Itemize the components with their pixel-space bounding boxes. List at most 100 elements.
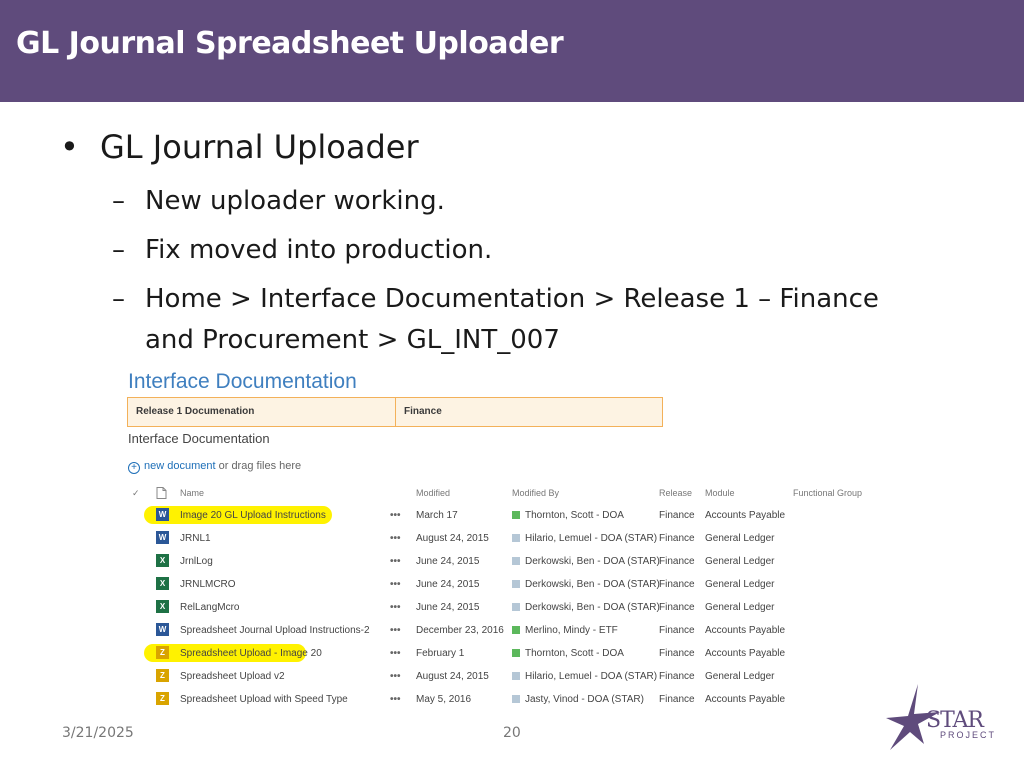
ellipsis-menu-icon[interactable]: ••• <box>390 625 401 636</box>
bullet-glyph: • <box>60 128 79 166</box>
presence-status-icon <box>512 695 520 703</box>
modified-by[interactable]: Hilario, Lemuel - DOA (STAR) <box>512 533 657 544</box>
table-row[interactable]: Z Spreadsheet Upload with Speed Type ••• Ma… <box>126 689 866 712</box>
release-value: Finance <box>659 556 695 567</box>
module-value: Accounts Payable <box>705 510 786 521</box>
presence-status-icon <box>512 649 520 657</box>
presence-status-icon <box>512 534 520 542</box>
column-header-modified-by[interactable]: Modified By <box>512 488 559 502</box>
library-subtitle: Interface Documentation <box>128 431 270 446</box>
modified-by[interactable]: Merlino, Mindy - ETF <box>512 625 618 636</box>
library-title: Interface Documentation <box>128 370 357 393</box>
table-row[interactable]: W Spreadsheet Journal Upload Instructions… <box>126 620 866 643</box>
modified-by-name: Jasty, Vinod - DOA (STAR) <box>525 694 644 705</box>
ellipsis-menu-icon[interactable]: ••• <box>390 556 401 567</box>
modified-by[interactable]: Jasty, Vinod - DOA (STAR) <box>512 694 644 705</box>
tab-release-1[interactable]: Release 1 Documenation <box>136 398 254 426</box>
modified-by[interactable]: Derkowski, Ben - DOA (STAR) <box>512 556 660 567</box>
zip-folder-icon: Z <box>156 669 169 682</box>
word-doc-icon: W <box>156 508 169 521</box>
table-row[interactable]: Z Spreadsheet Upload - Image 20 ••• Februar… <box>126 643 866 666</box>
select-all-check-icon[interactable]: ✓ <box>132 488 140 502</box>
presence-status-icon <box>512 557 520 565</box>
document-name-link[interactable]: Spreadsheet Upload - Image 20 <box>180 648 322 659</box>
excel-doc-icon: X <box>156 600 169 613</box>
document-name-link[interactable]: Spreadsheet Upload v2 <box>180 671 285 682</box>
presence-status-icon <box>512 672 520 680</box>
modified-by-name: Derkowski, Ben - DOA (STAR) <box>525 602 660 613</box>
document-type-icon <box>156 487 167 499</box>
modified-by[interactable]: Derkowski, Ben - DOA (STAR) <box>512 602 660 613</box>
document-name-link[interactable]: JrnlLog <box>180 556 213 567</box>
excel-doc-icon: X <box>156 554 169 567</box>
tab-strip: Release 1 Documenation Finance <box>127 397 663 427</box>
document-name-link[interactable]: Spreadsheet Journal Upload Instructions-… <box>180 625 370 636</box>
document-name-link[interactable]: Image 20 GL Upload Instructions <box>180 510 326 521</box>
document-name-link[interactable]: JRNL1 <box>180 533 211 544</box>
tab-divider <box>395 398 396 426</box>
modified-by-name: Derkowski, Ben - DOA (STAR) <box>525 556 660 567</box>
table-row[interactable]: X JRNLMCRO ••• June 24, 2015 Derkowski, Ben … <box>126 574 866 597</box>
slide-title: GL Journal Spreadsheet Uploader <box>16 26 564 61</box>
modified-by-name: Thornton, Scott - DOA <box>525 510 624 521</box>
ellipsis-menu-icon[interactable]: ••• <box>390 648 401 659</box>
table-row[interactable]: X JrnlLog ••• June 24, 2015 Derkowski, Ben -… <box>126 551 866 574</box>
word-doc-icon: W <box>156 531 169 544</box>
drag-files-hint: or drag files here <box>215 460 302 472</box>
zip-folder-icon: Z <box>156 692 169 705</box>
column-header-name[interactable]: Name <box>180 488 204 502</box>
document-name-link[interactable]: RelLangMcro <box>180 602 239 613</box>
document-name-link[interactable]: Spreadsheet Upload with Speed Type <box>180 694 348 705</box>
release-value: Finance <box>659 694 695 705</box>
dash-glyph: – <box>112 235 125 265</box>
modified-by-name: Thornton, Scott - DOA <box>525 648 624 659</box>
presence-status-icon <box>512 511 520 519</box>
sharepoint-screenshot: Interface Documentation Release 1 Docume… <box>126 366 866 714</box>
sub-bullet-text: Home > Interface Documentation > Release… <box>145 284 879 314</box>
column-header-modified[interactable]: Modified <box>416 488 450 502</box>
module-value: Accounts Payable <box>705 625 786 636</box>
ellipsis-menu-icon[interactable]: ••• <box>390 602 401 613</box>
module-value: General Ledger <box>705 671 775 682</box>
column-header-module[interactable]: Module <box>705 488 735 502</box>
main-bullet-text: GL Journal Uploader <box>100 128 419 166</box>
ellipsis-menu-icon[interactable]: ••• <box>390 510 401 521</box>
ellipsis-menu-icon[interactable]: ••• <box>390 671 401 682</box>
modified-by-name: Merlino, Mindy - ETF <box>525 625 618 636</box>
modified-date: June 24, 2015 <box>416 602 480 613</box>
modified-by[interactable]: Thornton, Scott - DOA <box>512 510 624 521</box>
table-row[interactable]: W JRNL1 ••• August 24, 2015 Hilario, Lemuel … <box>126 528 866 551</box>
module-value: Accounts Payable <box>705 648 786 659</box>
modified-by-name: Hilario, Lemuel - DOA (STAR) <box>525 671 658 682</box>
sub-bullet-text: Fix moved into production. <box>145 235 493 265</box>
release-value: Finance <box>659 510 695 521</box>
release-value: Finance <box>659 533 695 544</box>
release-value: Finance <box>659 671 695 682</box>
word-doc-icon: W <box>156 623 169 636</box>
modified-by[interactable]: Hilario, Lemuel - DOA (STAR) <box>512 671 657 682</box>
module-value: General Ledger <box>705 533 775 544</box>
ellipsis-menu-icon[interactable]: ••• <box>390 694 401 705</box>
table-row[interactable]: W Image 20 GL Upload Instructions ••• March… <box>126 505 866 528</box>
plus-circle-icon[interactable]: + <box>128 462 140 474</box>
document-name-link[interactable]: JRNLMCRO <box>180 579 236 590</box>
slide-number: 20 <box>503 725 521 741</box>
column-header-functional-group[interactable]: Functional Group <box>793 488 862 502</box>
table-row[interactable]: X RelLangMcro ••• June 24, 2015 Derkowski, B… <box>126 597 866 620</box>
table-row[interactable]: Z Spreadsheet Upload v2 ••• August 24, 2015… <box>126 666 866 689</box>
presence-status-icon <box>512 603 520 611</box>
modified-date: December 23, 2016 <box>416 625 504 636</box>
zip-folder-icon: Z <box>156 646 169 659</box>
new-document-link[interactable]: new document <box>144 460 216 472</box>
modified-by[interactable]: Derkowski, Ben - DOA (STAR) <box>512 579 660 590</box>
footer-date: 3/21/2025 <box>62 725 134 741</box>
ellipsis-menu-icon[interactable]: ••• <box>390 579 401 590</box>
sub-bullet-text: New uploader working. <box>145 186 445 216</box>
tab-finance[interactable]: Finance <box>404 398 442 426</box>
column-header-release[interactable]: Release <box>659 488 692 502</box>
modified-date: August 24, 2015 <box>416 671 489 682</box>
ellipsis-menu-icon[interactable]: ••• <box>390 533 401 544</box>
dash-glyph: – <box>112 284 125 314</box>
modified-by[interactable]: Thornton, Scott - DOA <box>512 648 624 659</box>
module-value: Accounts Payable <box>705 694 786 705</box>
